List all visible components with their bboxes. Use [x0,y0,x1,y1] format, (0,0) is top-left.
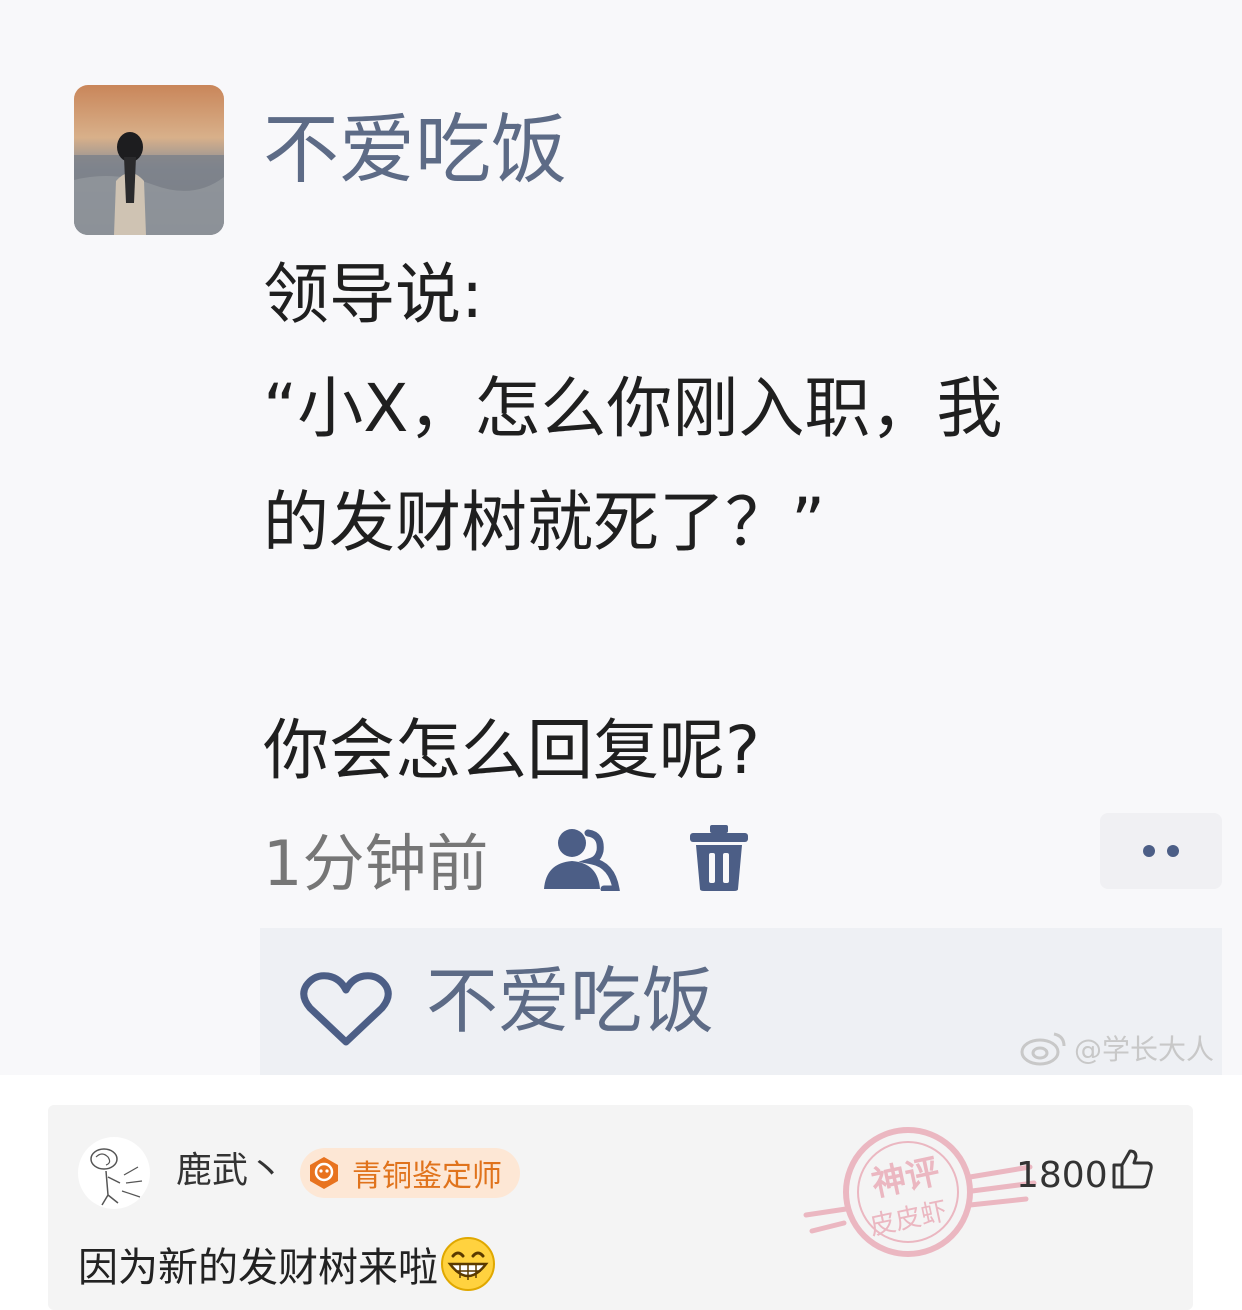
post-line: 你会怎么回复呢? [263,712,761,789]
liker-name[interactable]: 不爱吃饭 [426,965,714,1037]
heart-icon[interactable] [300,972,392,1048]
comment-like-count: 1800 [1016,1155,1108,1196]
avatar-photo [74,85,224,235]
grinning-face-icon [440,1236,496,1292]
post-body: 领导说: “小X，怎么你刚入职，我 的发财树就死了？” 你会怎么回复呢? [263,238,1223,808]
rank-label: 青铜鉴定师 [352,1159,502,1194]
rank-badge: 青铜鉴定师 [300,1148,520,1198]
post-line-blank [263,580,1223,694]
post-line: “小X，怎么你刚入职，我 [263,370,1003,447]
post-timestamp: 1分钟前 [263,827,489,900]
more-icon-dot [1143,845,1155,857]
watermark: @学长大人 [1020,1030,1214,1066]
comment-body: 因为新的发财树来啦 [78,1235,496,1293]
post-card: 不爱吃饭 领导说: “小X，怎么你刚入职，我 的发财树就死了？” 你会怎么回复呢… [0,0,1242,1075]
author-name[interactable]: 不爱吃饭 [263,112,567,188]
more-icon-dot [1167,845,1179,857]
thumbs-up-icon[interactable] [1110,1147,1154,1191]
watermark-text: @学长大人 [1074,1033,1215,1066]
post-line: 的发财树就死了？” [263,484,826,561]
post-meta: 1分钟前 [263,818,750,900]
commenter-avatar[interactable] [78,1137,150,1209]
more-options-button[interactable] [1100,813,1222,889]
post-line: 领导说: [263,256,484,333]
stamp-text-top: 神评 [868,1152,943,1205]
top-comment-stamp: 神评 皮皮虾 [803,1127,1037,1257]
trash-icon[interactable] [688,823,750,893]
author-avatar[interactable] [74,85,224,235]
sketch-avatar-icon [79,1138,149,1208]
bronze-badge-icon [310,1157,338,1189]
friends-icon[interactable] [540,825,621,891]
weibo-logo-icon [1020,1032,1066,1066]
comment-text: 因为新的发财树来啦 [78,1245,438,1291]
comment-card: 鹿武丶 青铜鉴定师 神评 皮皮虾 1800 因为新的发财树来啦 [48,1105,1193,1310]
commenter-name[interactable]: 鹿武丶 [176,1153,284,1189]
